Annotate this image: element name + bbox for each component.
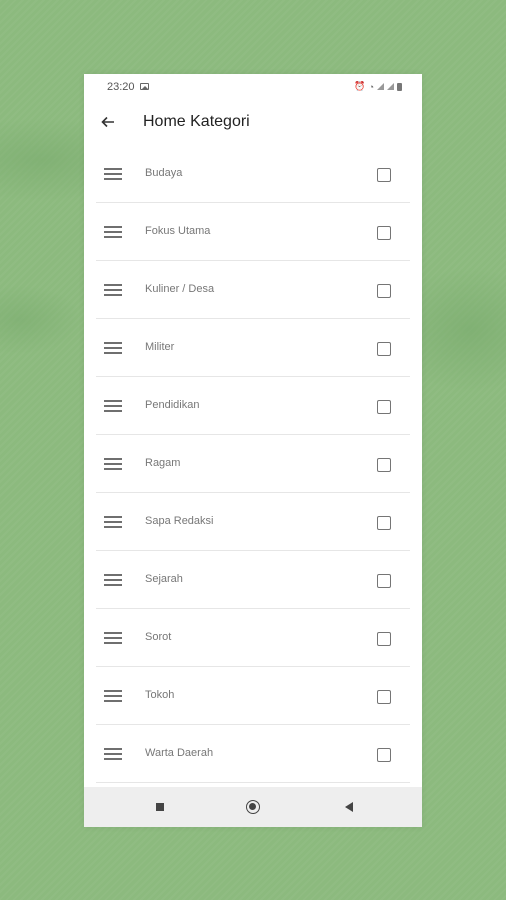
arrow-left-icon[interactable] bbox=[98, 112, 118, 132]
list-item[interactable]: Militer bbox=[84, 319, 422, 377]
list-item[interactable]: Kuliner / Desa bbox=[84, 261, 422, 319]
home-icon[interactable] bbox=[246, 800, 260, 814]
drag-handle-icon[interactable] bbox=[104, 574, 122, 586]
list-item[interactable]: Budaya bbox=[84, 145, 422, 203]
list-item[interactable]: Sejarah bbox=[84, 551, 422, 609]
category-checkbox[interactable] bbox=[377, 400, 391, 414]
back-icon[interactable] bbox=[345, 802, 353, 812]
battery-icon bbox=[397, 82, 402, 91]
drag-handle-icon[interactable] bbox=[104, 342, 122, 354]
wifi-icon: ◔ bbox=[368, 81, 374, 92]
category-label: Kuliner / Desa bbox=[145, 283, 215, 295]
page-title: Home Kategori bbox=[143, 112, 250, 130]
drag-handle-icon[interactable] bbox=[104, 748, 122, 760]
list-item[interactable]: Sapa Redaksi bbox=[84, 493, 422, 551]
category-checkbox[interactable] bbox=[377, 226, 391, 240]
drag-handle-icon[interactable] bbox=[104, 400, 122, 412]
category-label: Tokoh bbox=[145, 689, 175, 701]
list-item[interactable]: Ragam bbox=[84, 435, 422, 493]
category-checkbox[interactable] bbox=[377, 690, 391, 704]
category-label: Ragam bbox=[145, 457, 181, 469]
list-item[interactable]: Tokoh bbox=[84, 667, 422, 725]
drag-handle-icon[interactable] bbox=[104, 632, 122, 644]
app-bar: Home Kategori bbox=[84, 99, 422, 144]
image-icon bbox=[139, 83, 149, 90]
category-checkbox[interactable] bbox=[377, 632, 391, 646]
list-item[interactable]: Warta Daerah bbox=[84, 725, 422, 783]
category-checkbox[interactable] bbox=[377, 574, 391, 588]
category-label: Sorot bbox=[145, 631, 172, 643]
category-label: Sapa Redaksi bbox=[145, 515, 214, 527]
status-bar: 23:20 ⏰ ◔ bbox=[84, 74, 422, 99]
drag-handle-icon[interactable] bbox=[104, 284, 122, 296]
category-label: Budaya bbox=[145, 167, 183, 179]
drag-handle-icon[interactable] bbox=[104, 168, 122, 180]
system-nav-bar bbox=[84, 787, 422, 827]
drag-handle-icon[interactable] bbox=[104, 516, 122, 528]
list-item[interactable]: Fokus Utama bbox=[84, 203, 422, 261]
list-item[interactable]: Sorot bbox=[84, 609, 422, 667]
category-checkbox[interactable] bbox=[377, 458, 391, 472]
recents-icon[interactable] bbox=[156, 803, 164, 811]
signal-icon bbox=[377, 83, 384, 90]
category-label: Fokus Utama bbox=[145, 225, 211, 237]
status-time: 23:20 bbox=[107, 80, 135, 93]
category-checkbox[interactable] bbox=[377, 516, 391, 530]
drag-handle-icon[interactable] bbox=[104, 690, 122, 702]
category-checkbox[interactable] bbox=[377, 284, 391, 298]
category-checkbox[interactable] bbox=[377, 168, 391, 182]
drag-handle-icon[interactable] bbox=[104, 458, 122, 470]
category-label: Sejarah bbox=[145, 573, 183, 585]
category-label: Militer bbox=[145, 341, 175, 353]
phone-screen: 23:20 ⏰ ◔ Home Kategori Budaya Fokus Utam… bbox=[84, 74, 422, 827]
list-item[interactable]: Pendidikan bbox=[84, 377, 422, 435]
category-checkbox[interactable] bbox=[377, 342, 391, 356]
alarm-icon: ⏰ bbox=[354, 81, 366, 91]
signal-icon bbox=[387, 83, 394, 90]
category-label: Warta Daerah bbox=[145, 747, 214, 759]
drag-handle-icon[interactable] bbox=[104, 226, 122, 238]
category-checkbox[interactable] bbox=[377, 748, 391, 762]
category-list: Budaya Fokus Utama Kuliner / Desa Militer Pe… bbox=[84, 145, 422, 783]
category-label: Pendidikan bbox=[145, 399, 200, 411]
